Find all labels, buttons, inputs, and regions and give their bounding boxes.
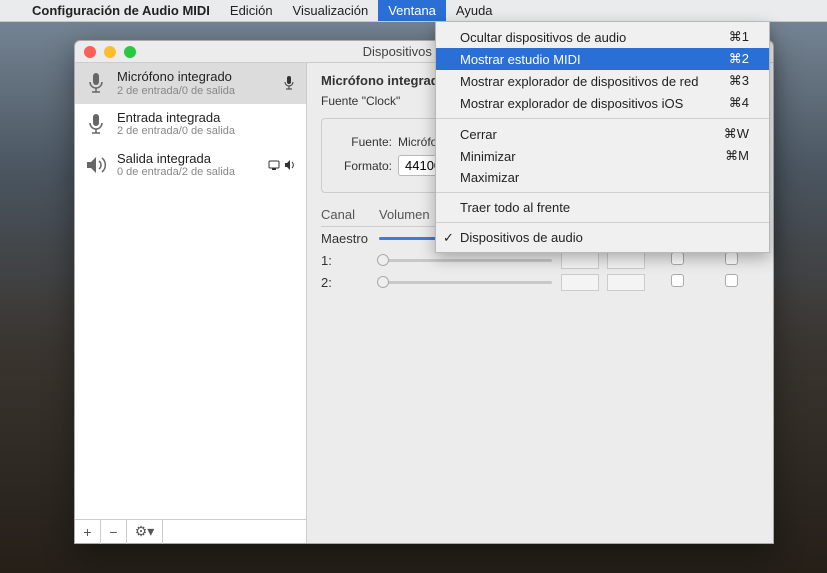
valor-input — [561, 252, 599, 269]
device-list: Micrófono integrado 2 de entrada/0 de sa… — [75, 63, 306, 519]
volume-slider — [379, 253, 552, 267]
dd-dispositivos-audio[interactable]: ✓Dispositivos de audio — [436, 227, 769, 248]
microphone-icon — [83, 70, 109, 96]
minimize-button[interactable] — [104, 46, 116, 58]
dd-separator — [436, 222, 769, 223]
speaker-icon — [83, 152, 109, 178]
col-canal: Canal — [321, 207, 379, 222]
dd-separator — [436, 192, 769, 193]
dd-maximizar[interactable]: Maximizar — [436, 167, 769, 188]
menu-ventana[interactable]: Ventana — [378, 0, 446, 21]
microphone-icon — [83, 111, 109, 137]
dd-explorador-ios[interactable]: Mostrar explorador de dispositivos iOS⌘4 — [436, 92, 769, 114]
volume-slider — [379, 275, 552, 289]
check-icon: ✓ — [443, 230, 454, 246]
db-input — [607, 252, 645, 269]
device-name: Entrada integrada — [117, 110, 296, 126]
db-input — [607, 274, 645, 291]
mute-checkbox[interactable] — [671, 274, 684, 287]
dd-mostrar-estudio-midi[interactable]: Mostrar estudio MIDI⌘2 — [436, 48, 769, 70]
gear-menu-button[interactable]: ⚙︎▾ — [127, 520, 163, 544]
device-sub: 2 de entrada/0 de salida — [117, 125, 296, 138]
dd-cerrar[interactable]: Cerrar⌘W — [436, 123, 769, 145]
device-name: Micrófono integrado — [117, 69, 274, 85]
device-item-salida[interactable]: Salida integrada 0 de entrada/2 de salid… — [75, 145, 306, 186]
menu-edicion[interactable]: Edición — [220, 0, 283, 21]
device-item-mic-integrado[interactable]: Micrófono integrado 2 de entrada/0 de sa… — [75, 63, 306, 104]
format-label: Formato: — [332, 159, 392, 173]
input-indicator-icon — [282, 75, 296, 91]
menu-app[interactable]: Configuración de Audio MIDI — [22, 0, 220, 21]
valor-input — [561, 274, 599, 291]
close-button[interactable] — [84, 46, 96, 58]
device-name: Salida integrada — [117, 151, 260, 167]
channel-label: 2: — [321, 275, 379, 290]
channel-label: 1: — [321, 253, 379, 268]
dd-traer-al-frente[interactable]: Traer todo al frente — [436, 197, 769, 218]
thru-checkbox[interactable] — [725, 252, 738, 265]
dd-separator — [436, 118, 769, 119]
menubar: Configuración de Audio MIDI Edición Visu… — [0, 0, 827, 22]
device-sub: 2 de entrada/0 de salida — [117, 85, 274, 98]
menu-ayuda[interactable]: Ayuda — [446, 0, 503, 21]
dd-explorador-red[interactable]: Mostrar explorador de dispositivos de re… — [436, 70, 769, 92]
source-label: Fuente: — [332, 135, 392, 149]
channel-label: Maestro — [321, 231, 379, 246]
menu-dropdown: Ocultar dispositivos de audio⌘1 Mostrar … — [435, 22, 770, 253]
table-row-2: 2: — [321, 271, 759, 293]
dd-ocultar-dispositivos[interactable]: Ocultar dispositivos de audio⌘1 — [436, 26, 769, 48]
thru-checkbox[interactable] — [725, 274, 738, 287]
sidebar-toolbar: + − ⚙︎▾ — [75, 519, 306, 543]
menu-visualizacion[interactable]: Visualización — [283, 0, 379, 21]
output-indicator-icon — [268, 159, 296, 171]
remove-device-button[interactable]: − — [101, 520, 127, 544]
dd-minimizar[interactable]: Minimizar⌘M — [436, 145, 769, 167]
sidebar: Micrófono integrado 2 de entrada/0 de sa… — [75, 63, 307, 543]
device-sub: 0 de entrada/2 de salida — [117, 166, 260, 179]
mute-checkbox[interactable] — [671, 252, 684, 265]
maximize-button[interactable] — [124, 46, 136, 58]
device-item-entrada[interactable]: Entrada integrada 2 de entrada/0 de sali… — [75, 104, 306, 145]
add-device-button[interactable]: + — [75, 520, 101, 544]
